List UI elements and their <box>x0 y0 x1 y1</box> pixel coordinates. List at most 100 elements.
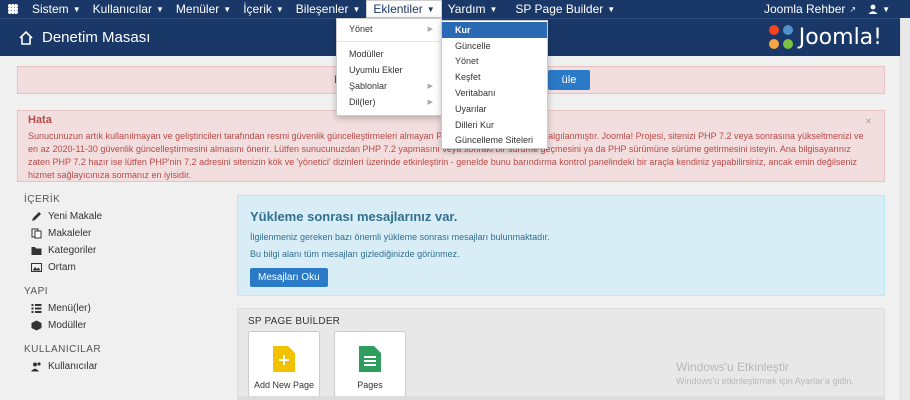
nav-sistem[interactable]: Sistem ▼ <box>26 0 87 18</box>
menu-item-label: Modüller <box>349 49 384 59</box>
card-label: Add New Page <box>253 380 315 390</box>
site-link-label: Joomla Rehber <box>764 2 846 16</box>
post-install-line2: Bu bilgi alanı tüm mesajları gizlediğini… <box>250 249 460 259</box>
alert-action-label: üle <box>561 74 577 86</box>
menu-item-sablonlar[interactable]: Şablonlar ▶ <box>337 78 441 94</box>
caret-down-icon: ▼ <box>223 4 232 14</box>
home-icon <box>19 30 33 45</box>
watermark-line2: Windows'u etkinleştirmek için Ayarlar'a … <box>676 376 854 386</box>
submenu-item-kesfet[interactable]: Keşfet <box>442 69 547 85</box>
nav-label: SP Page Builder <box>515 2 604 16</box>
menu-item-label: Dil(ler) <box>349 97 376 107</box>
pages-card[interactable]: Pages <box>334 331 406 397</box>
sidebar-item-label: Kullanıcılar <box>48 361 98 372</box>
nav-eklentiler[interactable]: Eklentiler ▼ <box>366 0 442 18</box>
joomla-brand: Joomla! <box>767 23 882 51</box>
yonet-submenu: Kur Güncelle Yönet Keşfet Veritabanı Uya… <box>441 20 548 149</box>
nav-label: Sistem <box>32 2 69 16</box>
sidebar-item-label: Kategoriler <box>48 245 97 256</box>
sidebar-item-makaleler[interactable]: Makaleler <box>30 225 217 242</box>
joomla-logo-icon[interactable] <box>0 0 26 18</box>
external-link-icon: ↗ <box>849 4 857 14</box>
nav-yardim[interactable]: Yardım ▼ <box>442 0 504 18</box>
sidebar-item-kullanicilar[interactable]: Kullanıcılar <box>30 358 217 375</box>
cube-icon <box>30 320 42 332</box>
documents-icon <box>30 228 42 240</box>
sp-page-builder-panel: SP PAGE BUİLDER Add New Page Pages <box>237 308 885 400</box>
sidebar-heading-yapi: YAPI <box>24 286 49 297</box>
quick-icons-sidebar: İÇERİK Yeni Makale Makaleler Kategoriler… <box>17 194 217 375</box>
post-install-title: Yükleme sonrası mesajlarınız var. <box>250 209 458 224</box>
submenu-item-veritabani[interactable]: Veritabanı <box>442 85 547 101</box>
sidebar-item-label: Modüller <box>48 320 87 331</box>
card-label: Pages <box>357 380 383 390</box>
add-page-icon <box>273 346 295 372</box>
post-install-line1: İlgilenmeniz gereken bazı önemli yükleme… <box>250 232 550 242</box>
folder-icon <box>30 245 42 257</box>
submenu-item-kur[interactable]: Kur <box>442 22 547 38</box>
caret-down-icon: ▼ <box>155 4 164 14</box>
menu-item-label: Uyumlu Ekler <box>349 65 403 75</box>
nav-icerik[interactable]: İçerik ▼ <box>237 0 290 18</box>
nav-menuler[interactable]: Menüler ▼ <box>170 0 237 18</box>
nav-sp-page-builder[interactable]: SP Page Builder ▼ <box>509 0 621 18</box>
image-icon <box>30 262 42 274</box>
chevron-right-icon: ▶ <box>427 99 433 106</box>
nav-bilesenler[interactable]: Bileşenler ▼ <box>290 0 367 18</box>
watermark-line1: Windows'u Etkinleştir <box>676 360 789 374</box>
sidebar-item-menuler[interactable]: Menü(ler) <box>30 300 217 317</box>
chevron-right-icon: ▶ <box>427 83 433 90</box>
sidebar-item-kategoriler[interactable]: Kategoriler <box>30 242 217 259</box>
submenu-item-yonet[interactable]: Yönet <box>442 54 547 70</box>
submenu-item-uyarilar[interactable]: Uyarılar <box>442 101 547 117</box>
menu-item-yonet[interactable]: Yönet ▶ <box>337 21 441 37</box>
nav-label: Bileşenler <box>295 2 349 16</box>
submenu-item-guncelleme-siteleri[interactable]: Güncelleme Siteleri <box>442 133 547 149</box>
menu-item-moduller[interactable]: Modüller <box>337 46 441 62</box>
windows-activation-watermark: Windows'u Etkinleştir Windows'u etkinleş… <box>676 360 854 386</box>
alert-action-button[interactable]: üle <box>548 70 590 90</box>
nav-label: Kullanıcılar <box>92 2 152 16</box>
caret-down-icon: ▼ <box>352 4 361 14</box>
joomla-brand-icon <box>768 25 793 49</box>
user-icon <box>868 4 878 14</box>
nav-label: İçerik <box>243 2 272 16</box>
nav-kullanicilar[interactable]: Kullanıcılar ▼ <box>87 0 170 18</box>
page-title: Denetim Masası <box>42 29 151 46</box>
add-new-page-card[interactable]: Add New Page <box>248 331 320 397</box>
menu-divider <box>337 41 441 42</box>
chevron-right-icon: ▶ <box>427 26 433 33</box>
pages-icon <box>359 346 381 372</box>
submenu-item-guncelle[interactable]: Güncelle <box>442 38 547 54</box>
sidebar-item-label: Makaleler <box>48 228 92 239</box>
nav-label: Menüler <box>175 2 220 16</box>
sidebar-item-ortam[interactable]: Ortam <box>30 259 217 276</box>
top-navbar: Sistem ▼ Kullanıcılar ▼ Menüler ▼ İçerik ▼ B… <box>0 0 910 18</box>
menu-item-uyumlu-ekler[interactable]: Uyumlu Ekler <box>337 62 441 78</box>
sidebar-heading-kullanicilar: KULLANICILAR <box>24 344 102 355</box>
caret-down-icon: ▼ <box>882 4 890 14</box>
read-messages-button[interactable]: Mesajları Oku <box>250 268 328 287</box>
menu-item-diller[interactable]: Dil(ler) ▶ <box>337 94 441 110</box>
nav-label: Yardım <box>447 2 486 16</box>
submenu-item-dilleri-kur[interactable]: Dilleri Kur <box>442 117 547 133</box>
close-icon[interactable]: × <box>865 114 872 128</box>
pencil-icon <box>30 211 42 223</box>
nav-label: Eklentiler <box>373 2 423 16</box>
sidebar-item-label: Menü(ler) <box>48 303 91 314</box>
sidebar-item-label: Ortam <box>48 262 76 273</box>
caret-down-icon: ▼ <box>426 4 435 14</box>
sidebar-item-label: Yeni Makale <box>48 211 103 222</box>
eklentiler-dropdown: Yönet ▶ Modüller Uyumlu Ekler Şablonlar ▶ … <box>336 18 442 116</box>
user-menu[interactable]: ▼ <box>862 0 896 18</box>
caret-down-icon: ▼ <box>607 4 616 14</box>
post-install-messages: Yükleme sonrası mesajlarınız var. İlgile… <box>237 195 885 296</box>
caret-down-icon: ▼ <box>275 4 284 14</box>
sidebar-item-moduller[interactable]: Modüller <box>30 317 217 334</box>
page-scrollbar[interactable] <box>900 18 910 400</box>
sidebar-item-yeni-makale[interactable]: Yeni Makale <box>30 208 217 225</box>
menu-item-label: Yönet <box>349 24 373 34</box>
users-icon <box>30 361 42 373</box>
site-link[interactable]: Joomla Rehber ↗ <box>758 0 862 18</box>
menu-item-label: Şablonlar <box>349 81 388 91</box>
